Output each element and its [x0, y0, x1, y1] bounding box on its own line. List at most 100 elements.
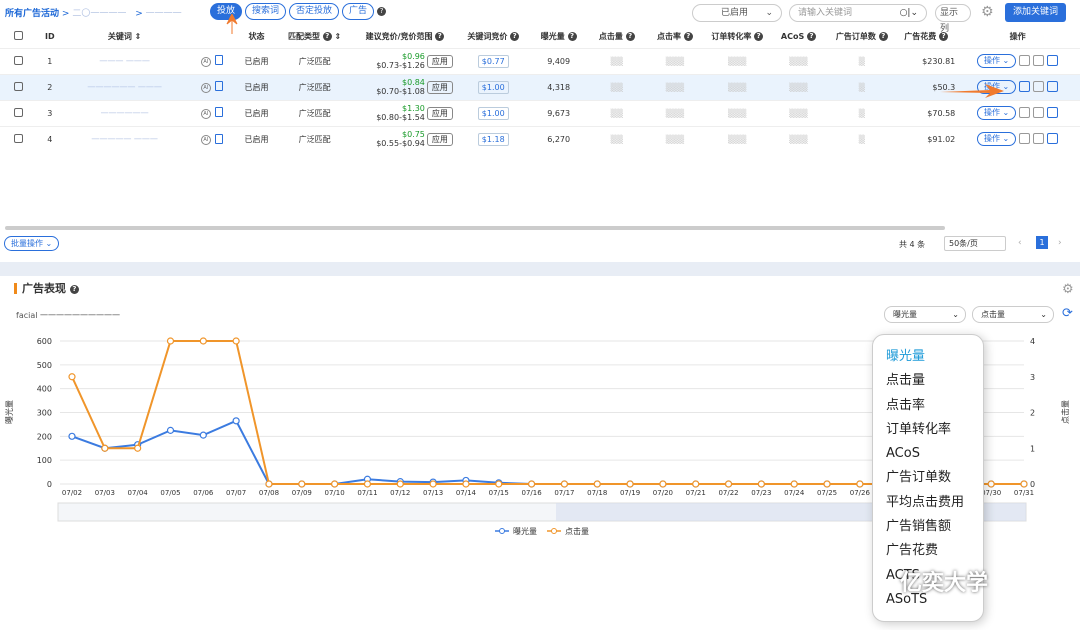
col-id[interactable]: ID [37, 26, 62, 48]
row-ctr: ▒▒▒ [645, 99, 704, 126]
table-footer: 批量操作 ⌄ 共 4 条 50条/页 ‹ 1 › [0, 233, 1080, 257]
data-point [166, 337, 175, 345]
row-keyword[interactable]: 一一一一一一 一一一 [62, 73, 187, 100]
metric-select-right[interactable]: 点击量 ⌄ [972, 306, 1054, 323]
col-clicks[interactable]: 点击量 ? [588, 26, 646, 48]
ai-icon[interactable]: AI [200, 108, 211, 119]
apply-button[interactable]: 应用 [426, 80, 453, 94]
target-icon[interactable] [1047, 55, 1059, 66]
y2-tick-label: 4 [1030, 337, 1035, 346]
action-dropdown-button[interactable]: 操作 ⌄ [977, 106, 1017, 120]
row-checkbox[interactable] [14, 107, 24, 117]
status-filter-select[interactable]: 已启用 ⌄ [692, 4, 782, 22]
keyword-bid-input[interactable]: $1.00 [477, 106, 509, 120]
x-tick-label: 07/30 [981, 489, 1001, 497]
menu-item-metric[interactable]: ACoS [886, 442, 983, 466]
col-acos[interactable]: ACoS ? [770, 26, 826, 48]
keyword-bid-input[interactable]: $1.18 [477, 132, 509, 146]
lock-icon[interactable] [1033, 55, 1045, 66]
metric-select-left[interactable]: 曝光量 ⌄ [884, 306, 966, 323]
help-icon[interactable]: ? [377, 7, 387, 16]
apply-button[interactable]: 应用 [426, 106, 453, 120]
menu-item-metric[interactable]: 点击量 [886, 369, 983, 393]
table-row[interactable]: 3 一一一一一一 AI 已启用 广泛匹配 $1.30 $0.80-$1.54 应用 … [0, 99, 1080, 126]
document-icon[interactable] [214, 55, 223, 66]
chart-settings-icon[interactable]: ⚙ [1062, 282, 1074, 297]
x-tick-label: 07/16 [521, 489, 542, 497]
col-orders[interactable]: 广告订单数 ? [827, 26, 898, 48]
col-keyword-bid[interactable]: 关键词竞价 ? [457, 26, 530, 48]
row-keyword[interactable]: 一一一一一 一一一 [62, 125, 187, 152]
data-point [1020, 480, 1028, 488]
lock-icon[interactable] [1033, 107, 1045, 118]
page-number[interactable]: 1 [1036, 236, 1048, 249]
row-keyword[interactable]: 一一一一一一 [62, 99, 187, 126]
tab-ads[interactable]: 广告 [342, 3, 375, 20]
table-row[interactable]: 1 一一一 一一一 AI 已启用 广泛匹配 $0.96 $0.73-$1.26 应用… [0, 47, 1080, 74]
x-tick-label: 07/07 [226, 489, 246, 497]
x-tick-label: 07/20 [653, 489, 673, 497]
select-all-checkbox[interactable] [14, 31, 24, 41]
display-columns-button[interactable]: 显示列 [935, 4, 971, 34]
col-keyword[interactable]: 关键词 ⇕ [62, 26, 187, 48]
col-cvr[interactable]: 订单转化率 ? [704, 26, 770, 48]
keyword-bid-input[interactable]: $1.00 [477, 80, 509, 94]
data-point [265, 480, 273, 488]
row-keyword[interactable]: 一一一 一一一 [62, 47, 187, 74]
add-keyword-button[interactable]: 添加关键词 [1005, 3, 1067, 22]
ai-icon[interactable]: AI [200, 135, 211, 145]
action-dropdown-button[interactable]: 操作 ⌄ [977, 132, 1017, 147]
col-spend[interactable]: 广告花费 ? [897, 26, 955, 48]
apply-button[interactable]: 应用 [426, 54, 453, 68]
action-dropdown-button[interactable]: 操作 ⌄ [977, 80, 1017, 94]
col-ctr[interactable]: 点击率 ? [646, 26, 704, 48]
horizontal-scrollbar[interactable] [5, 226, 945, 230]
menu-item-metric[interactable]: 广告花费 [886, 539, 983, 563]
row-clicks: ▒▒ [587, 73, 646, 100]
document-icon[interactable] [214, 133, 223, 144]
menu-item-metric[interactable]: 广告销售额 [886, 515, 983, 539]
breadcrumb-root[interactable]: 所有广告活动 [5, 9, 59, 19]
keyword-bid-input[interactable]: $0.77 [477, 54, 509, 68]
data-point [462, 480, 470, 488]
chart-icon[interactable] [1019, 107, 1031, 118]
target-icon[interactable] [1047, 107, 1059, 118]
menu-item-metric[interactable]: 广告订单数 [886, 466, 983, 490]
menu-item-metric[interactable]: 订单转化率 [886, 418, 983, 442]
col-suggested-bid[interactable]: 建议竞价/竞价范围 ? [353, 26, 457, 48]
ai-icon[interactable]: AI [200, 82, 211, 93]
refresh-icon[interactable]: ⟳ [1062, 306, 1073, 321]
tab-negative-targeting[interactable]: 否定投放 [289, 3, 340, 20]
document-icon[interactable] [214, 107, 223, 118]
menu-item-metric[interactable]: 点击率 [886, 394, 983, 418]
col-impressions[interactable]: 曝光量 ? [530, 26, 588, 48]
row-checkbox[interactable] [14, 133, 24, 143]
lock-icon[interactable] [1033, 81, 1045, 92]
next-page-icon[interactable]: › [1058, 238, 1062, 248]
menu-item-metric[interactable]: 曝光量 [886, 345, 983, 369]
bulk-action-button[interactable]: 批量操作 ⌄ [4, 236, 60, 251]
page-size-select[interactable]: 50条/页 [944, 236, 1006, 251]
ai-icon[interactable]: AI [200, 56, 211, 67]
keyword-search-input[interactable]: 请输入关键词 ○|⌄ [789, 4, 927, 22]
action-dropdown-button[interactable]: 操作 ⌄ [977, 54, 1017, 68]
target-icon[interactable] [1047, 133, 1059, 145]
table-row[interactable]: 2 一一一一一一 一一一 AI 已启用 广泛匹配 $0.84 $0.70-$1.0… [0, 73, 1080, 100]
settings-gear-icon[interactable]: ⚙ [981, 4, 994, 20]
menu-item-metric[interactable]: 平均点击费用 [886, 491, 983, 515]
target-icon[interactable] [1047, 81, 1059, 92]
tab-search-terms[interactable]: 搜索词 [245, 3, 287, 20]
chart-icon[interactable] [1019, 133, 1031, 145]
row-checkbox[interactable] [14, 81, 24, 91]
apply-button[interactable]: 应用 [426, 132, 453, 146]
table-row[interactable]: 4 一一一一一 一一一 AI 已启用 广泛匹配 $0.75 $0.55-$0.94… [0, 125, 1080, 152]
prev-page-icon[interactable]: ‹ [1018, 238, 1022, 248]
chart-icon[interactable] [1019, 55, 1031, 66]
chart-icon[interactable] [1019, 81, 1031, 92]
row-checkbox[interactable] [14, 55, 24, 65]
breadcrumb-campaign[interactable]: 二〇一一一一 [72, 9, 126, 19]
document-icon[interactable] [214, 81, 223, 92]
lock-icon[interactable] [1033, 133, 1045, 145]
col-match-type[interactable]: 匹配类型 ? ⇕ [276, 26, 353, 48]
search-icon[interactable]: ○|⌄ [900, 5, 918, 21]
